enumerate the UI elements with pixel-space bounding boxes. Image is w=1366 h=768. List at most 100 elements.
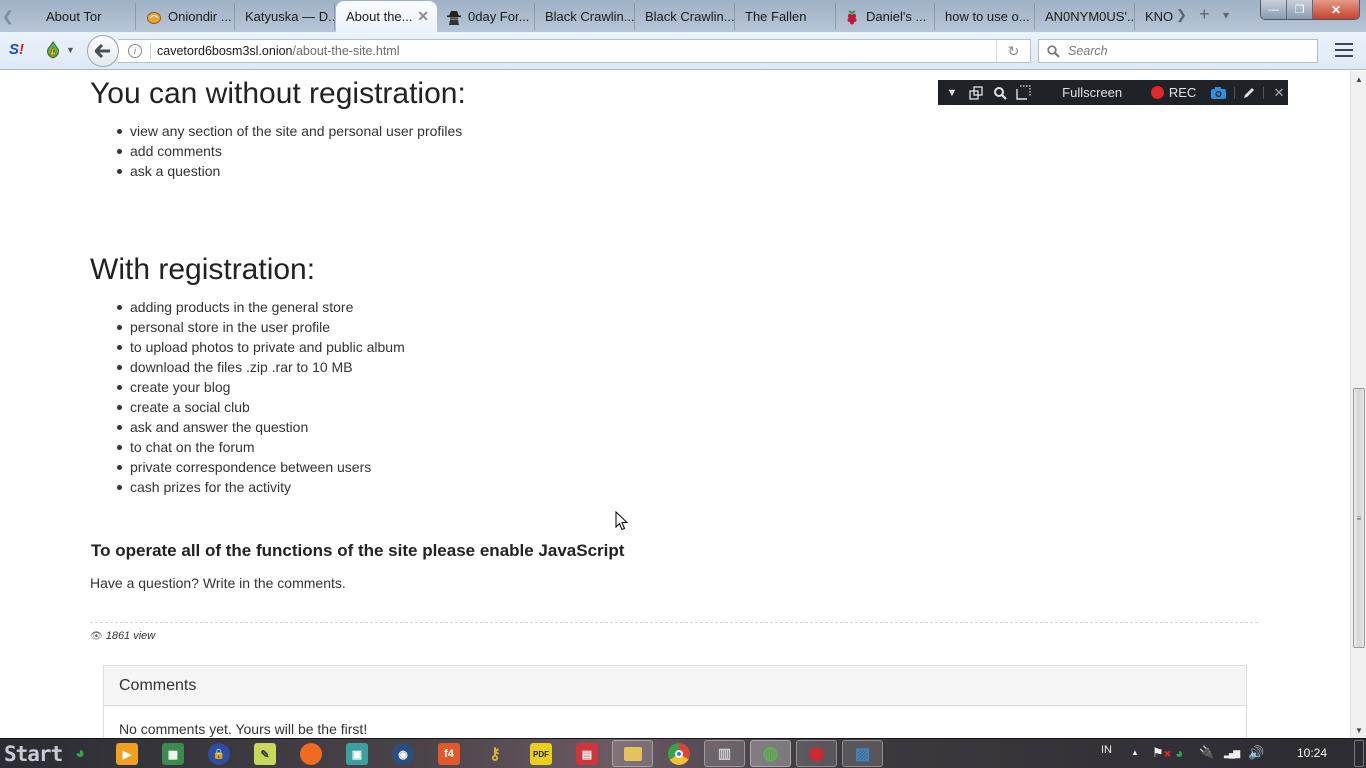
recorder-window-icon[interactable] (964, 80, 988, 105)
tab-daniels[interactable]: Daniel's ... (836, 3, 935, 30)
taskbar-app-pdf[interactable]: PDF (530, 743, 552, 765)
addon-s-button[interactable]: S! (9, 41, 24, 58)
recorder-screenshot-button[interactable] (1208, 80, 1228, 105)
taskbar-app-remote-desktop[interactable]: ▥ (704, 740, 745, 767)
tab-how-to-use[interactable]: how to use o... (935, 3, 1035, 30)
list-item: view any section of the site and persona… (116, 123, 463, 139)
notepad-icon: ✎ (260, 748, 270, 761)
close-tab-icon[interactable]: ✕ (417, 8, 429, 25)
tab-scroll-left-button[interactable]: ❮ (2, 8, 14, 24)
onion-icon (146, 9, 162, 25)
new-tab-button[interactable]: + (1199, 4, 1210, 25)
site-info-icon[interactable]: i (128, 44, 142, 58)
tor-onion-dropdown-icon[interactable]: ▼ (66, 45, 75, 55)
tab-label: About Tor (46, 9, 102, 24)
f4-icon: f4 (444, 748, 454, 760)
network-signal-icon[interactable]: ▂▄▆ (1224, 748, 1240, 759)
spy-icon (446, 9, 462, 25)
start-button[interactable]: Start (4, 742, 63, 766)
taskbar-app-snipping-tool[interactable]: ▨ (842, 740, 883, 767)
list-item: to chat on the forum (117, 437, 405, 457)
taskbar-app-firefox[interactable] (300, 743, 322, 765)
list-item: private correspondence between users (117, 457, 405, 477)
chrome-icon (675, 750, 683, 758)
tab-katyuska[interactable]: Katyuska — D... (235, 3, 335, 30)
media-player-icon: ▶ (122, 748, 132, 761)
search-placeholder: Search (1068, 44, 1108, 58)
taskbar-app-file-explorer[interactable] (612, 740, 653, 767)
tab-black-crawling-1[interactable]: Black Crawlin... (535, 3, 635, 30)
taskbar-app-f4[interactable]: f4 (438, 743, 460, 765)
taskbar-app-keys[interactable]: ⚷ (484, 743, 506, 765)
tab-kno[interactable]: KNO (1135, 3, 1175, 30)
navigation-toolbar: S! ! ▼ i cavetord6bosm3sl.onion/about-th… (0, 32, 1366, 70)
tab-0day-forum[interactable]: 0day For... (438, 3, 535, 30)
back-button[interactable] (87, 35, 119, 67)
screen-recorder-toolbar: ▼ Fullscreen REC ✕ (938, 80, 1288, 105)
tab-scroll-right-button[interactable]: ❯ (1176, 7, 1187, 23)
taskbar-app-idm[interactable]: ◕ (69, 743, 91, 765)
back-arrow-icon (95, 44, 110, 58)
taskbar-app-display[interactable]: ▣ (346, 743, 368, 765)
tab-black-crawling-2[interactable]: Black Crawlin... (635, 3, 735, 30)
recorder-pen-icon[interactable] (1241, 80, 1257, 105)
addon-s-letter: S (9, 41, 20, 58)
show-desktop-button[interactable] (1354, 740, 1364, 767)
taskbar-app-steam[interactable]: ◉ (392, 743, 414, 765)
search-input[interactable]: Search (1038, 39, 1318, 63)
show-hidden-icons-button[interactable]: ▲ (1131, 748, 1139, 757)
language-indicator[interactable]: IN (1101, 744, 1112, 756)
recorder-dropdown-icon[interactable]: ▼ (940, 80, 964, 105)
recorder-close-icon[interactable]: ✕ (1270, 80, 1288, 105)
tab-oniondir[interactable]: Oniondir ... (136, 3, 235, 30)
minimize-icon: — (1268, 3, 1279, 16)
tab-list-button[interactable]: ▾ (1223, 8, 1229, 22)
remote-desktop-icon: ▥ (717, 745, 732, 761)
scroll-up-arrow-icon[interactable]: ▲ (1351, 71, 1366, 87)
taskbar-app-vpn[interactable]: 🔒 (208, 743, 230, 765)
tab-about-the-site[interactable]: About the... ✕ (336, 1, 437, 32)
scrollbar-thumb[interactable]: ≡ (1353, 388, 1365, 648)
hamburger-menu-button[interactable] (1334, 41, 1354, 59)
list-with-registration: adding products in the general store per… (117, 297, 405, 497)
taskbar-app-media-player[interactable]: ▶ (116, 743, 138, 765)
view-count-text: 1861 view (105, 630, 156, 642)
power-icon[interactable]: 🔌 (1199, 745, 1214, 759)
toolbar-separator (1234, 86, 1236, 99)
close-icon: ✕ (1330, 2, 1342, 17)
tab-anonymous[interactable]: AN0NYM0US'... (1035, 3, 1135, 30)
svg-text:!: ! (52, 50, 54, 57)
maximize-button[interactable]: ❐ (1287, 0, 1313, 19)
view-count: 👁 1861 view (90, 630, 155, 642)
url-bar[interactable]: i cavetord6bosm3sl.onion/about-the-site.… (118, 39, 1031, 63)
toolbar-separator (1263, 86, 1265, 99)
question-prompt: Have a question? Write in the comments. (90, 575, 346, 591)
taskbar-app-notepad[interactable]: ✎ (254, 743, 276, 765)
tab-label: AN0NYM0US'... (1045, 9, 1135, 24)
close-window-button[interactable]: ✕ (1313, 0, 1359, 19)
tor-onion-button[interactable]: ! (44, 41, 62, 59)
taskbar-app-tor-browser[interactable]: ◍ (750, 740, 791, 767)
tab-label: Daniel's ... (866, 9, 927, 24)
scroll-down-arrow-icon[interactable]: ▼ (1351, 722, 1366, 738)
volume-icon[interactable]: 🔊 (1248, 745, 1264, 761)
taskbar-app-task-manager[interactable]: ▦ (162, 743, 184, 765)
comments-empty-message: No comments yet. Yours will be the first… (119, 721, 368, 737)
taskbar-app-screen-recorder[interactable]: ◉ (796, 740, 837, 767)
idm-tray-icon[interactable]: ◕ (1175, 745, 1183, 761)
taskbar-app-chrome[interactable] (668, 743, 690, 765)
tab-about-tor[interactable]: About Tor (30, 3, 136, 30)
recorder-fullscreen-button[interactable]: Fullscreen (1045, 80, 1138, 105)
minimize-button[interactable]: — (1261, 0, 1287, 19)
comments-title: Comments (104, 666, 1246, 706)
taskbar-app-presentation[interactable]: ▤ (576, 743, 598, 765)
reload-button[interactable]: ↻ (996, 40, 1030, 62)
idm-icon: ◕ (75, 745, 85, 762)
action-center-flag-icon[interactable]: ⚑✖ (1152, 745, 1171, 761)
vertical-scrollbar[interactable]: ▲ ≡ ▼ (1350, 71, 1366, 738)
recorder-region-icon[interactable] (1012, 80, 1036, 105)
recorder-rec-button[interactable]: REC (1150, 80, 1196, 105)
recorder-zoom-icon[interactable] (988, 80, 1012, 105)
tab-the-fallen[interactable]: The Fallen (735, 3, 836, 30)
taskbar-clock[interactable]: 10:24 (1297, 746, 1327, 760)
